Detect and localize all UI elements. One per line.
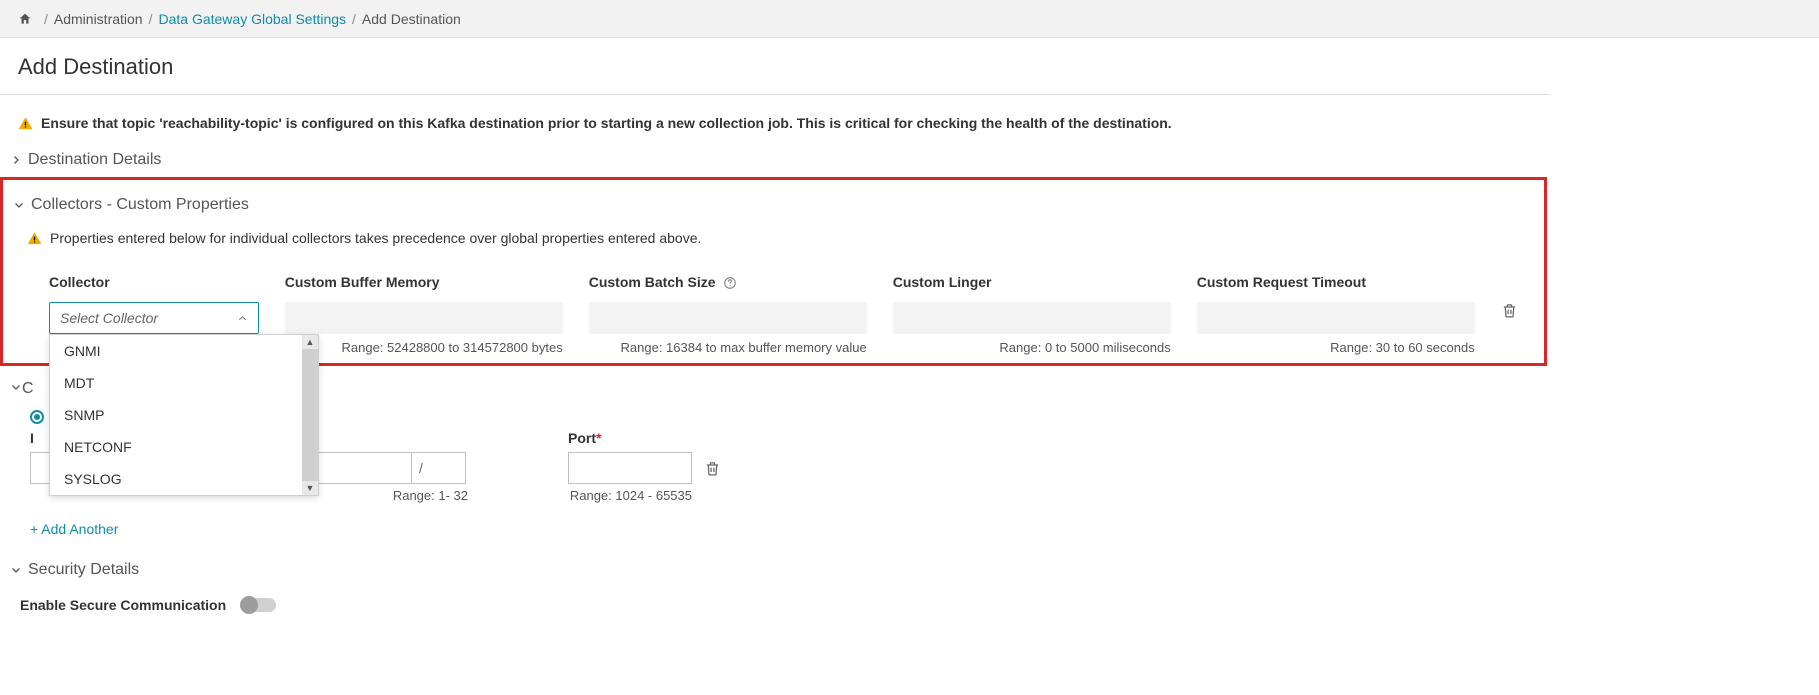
collector-column: Collector Select Collector GNMI MDT SNMP… (49, 274, 259, 334)
trash-icon[interactable] (1501, 302, 1524, 319)
home-icon[interactable] (18, 12, 32, 26)
mask-input[interactable] (430, 452, 466, 484)
warning-icon (18, 116, 33, 131)
linger-input[interactable] (893, 302, 1171, 334)
collector-option-snmp[interactable]: SNMP (50, 399, 302, 431)
chevron-down-icon (10, 380, 22, 398)
batch-input[interactable] (589, 302, 867, 334)
port-label: Port* (568, 430, 721, 446)
security-toggle[interactable] (242, 598, 276, 612)
linger-label: Custom Linger (893, 274, 1171, 290)
buffer-input[interactable] (285, 302, 563, 334)
add-another-link[interactable]: + Add Another (10, 503, 1809, 543)
chevron-down-icon (13, 199, 25, 211)
warning-banner: Ensure that topic 'reachability-topic' i… (0, 95, 1819, 141)
linger-range-hint: Range: 0 to 5000 miliseconds (893, 340, 1171, 355)
scroll-track[interactable] (302, 349, 318, 481)
breadcrumb-item-data-gateway[interactable]: Data Gateway Global Settings (158, 11, 346, 27)
collectors-sub-warning-text: Properties entered below for individual … (50, 230, 701, 246)
collector-option-mdt[interactable]: MDT (50, 367, 302, 399)
buffer-range-hint: Range: 52428800 to 314572800 bytes (285, 340, 563, 355)
collector-option-netconf[interactable]: NETCONF (50, 431, 302, 463)
port-input[interactable] (568, 452, 692, 484)
scroll-down-icon[interactable]: ▼ (306, 483, 315, 493)
collector-dropdown-box[interactable]: Select Collector (49, 302, 259, 334)
collectors-grid: Collector Select Collector GNMI MDT SNMP… (3, 252, 1544, 355)
section-destination-details-title: Destination Details (28, 151, 161, 169)
security-toggle-row: Enable Secure Communication (0, 587, 1819, 613)
dropdown-scrollbar[interactable]: ▲ ▼ (302, 335, 318, 495)
highlighted-region: Collectors - Custom Properties Propertie… (0, 177, 1547, 366)
buffer-column: Custom Buffer Memory Range: 52428800 to … (285, 274, 563, 355)
batch-label: Custom Batch Size (589, 274, 867, 290)
section-security-title: Security Details (28, 561, 139, 579)
collector-option-syslog[interactable]: SYSLOG (50, 463, 302, 495)
warning-text: Ensure that topic 'reachability-topic' i… (41, 115, 1172, 131)
radio-selected-icon[interactable] (30, 410, 44, 424)
timeout-column: Custom Request Timeout Range: 30 to 60 s… (1197, 274, 1475, 355)
section-connection-title: C (22, 380, 34, 398)
section-collectors[interactable]: Collectors - Custom Properties (3, 186, 1544, 222)
breadcrumb-item-admin[interactable]: Administration (54, 11, 143, 27)
breadcrumb-sep: / (149, 11, 153, 27)
breadcrumb-item-current: Add Destination (362, 11, 461, 27)
security-toggle-label: Enable Secure Communication (20, 597, 226, 613)
batch-label-text: Custom Batch Size (589, 274, 716, 290)
section-security[interactable]: Security Details (0, 543, 1819, 587)
section-collectors-title: Collectors - Custom Properties (31, 196, 249, 214)
timeout-input[interactable] (1197, 302, 1475, 334)
timeout-range-hint: Range: 30 to 60 seconds (1197, 340, 1475, 355)
mask-separator: / (412, 452, 430, 484)
breadcrumb-sep: / (352, 11, 356, 27)
port-column: Port* Range: 1024 - 65535 (568, 430, 721, 503)
batch-range-hint: Range: 16384 to max buffer memory value (589, 340, 867, 355)
timeout-label: Custom Request Timeout (1197, 274, 1475, 290)
section-destination-details[interactable]: Destination Details (0, 141, 1819, 177)
toggle-knob (240, 596, 258, 614)
delete-row-cell (1501, 274, 1524, 319)
batch-column: Custom Batch Size Range: 16384 to max bu… (589, 274, 867, 355)
port-range-hint: Range: 1024 - 65535 (568, 488, 692, 503)
scroll-up-icon[interactable]: ▲ (306, 337, 315, 347)
breadcrumb-sep: / (44, 11, 48, 27)
collector-option-gnmi[interactable]: GNMI (50, 335, 302, 367)
collector-dropdown-menu: GNMI MDT SNMP NETCONF SYSLOG ▲ ▼ (49, 334, 319, 496)
collector-placeholder: Select Collector (60, 310, 158, 326)
buffer-label: Custom Buffer Memory (285, 274, 563, 290)
breadcrumb: / Administration / Data Gateway Global S… (0, 0, 1819, 38)
warning-icon (27, 231, 42, 246)
chevron-up-icon (237, 313, 248, 324)
chevron-right-icon (10, 154, 22, 166)
collector-dropdown[interactable]: Select Collector GNMI MDT SNMP NETCONF S… (49, 302, 259, 334)
trash-icon[interactable] (704, 460, 721, 477)
help-icon[interactable] (723, 276, 737, 290)
collectors-sub-warning: Properties entered below for individual … (3, 222, 1544, 252)
collector-label: Collector (49, 274, 259, 290)
page-title: Add Destination (0, 38, 1550, 95)
port-label-text: Port (568, 430, 596, 446)
chevron-down-icon (10, 564, 22, 576)
linger-column: Custom Linger Range: 0 to 5000 milisecon… (893, 274, 1171, 355)
